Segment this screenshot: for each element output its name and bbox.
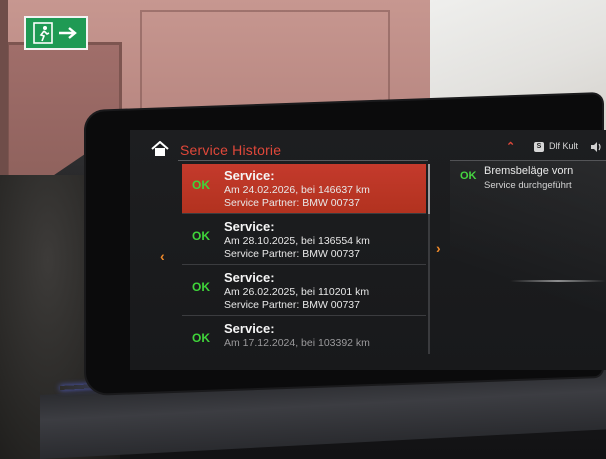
scrollbar-thumb[interactable] — [428, 164, 430, 214]
chevron-left-icon[interactable]: ‹ — [160, 248, 165, 264]
list-item[interactable]: OK Service: Am 26.02.2025, bei 110201 km… — [182, 266, 426, 316]
status-badge: OK — [192, 229, 210, 243]
status-badge: OK — [192, 178, 210, 192]
infotainment-screen: Service Historie ‹ OK Service: Am 24.02.… — [130, 130, 606, 370]
emergency-exit-sign — [24, 16, 88, 50]
page-title: Service Historie — [180, 142, 282, 158]
item-heading: Service: — [224, 168, 275, 183]
home-icon — [151, 141, 169, 156]
item-partner: Service Partner: BMW 00737 — [224, 248, 360, 260]
item-partner: Service Partner: BMW 00737 — [224, 299, 360, 311]
screen-reflection — [510, 280, 606, 282]
item-date-km: Am 17.12.2024, bei 103392 km — [224, 337, 370, 349]
status-badge: OK — [192, 331, 210, 345]
item-date-km: Am 28.10.2025, bei 136554 km — [224, 235, 370, 247]
service-history-list: OK Service: Am 24.02.2026, bei 146637 km… — [182, 160, 432, 360]
radio-mode-badge: S — [534, 142, 544, 152]
radio-station-label[interactable]: Dlf Kult — [549, 141, 578, 151]
item-date-km: Am 26.02.2025, bei 110201 km — [224, 286, 370, 298]
chevron-up-icon[interactable]: ⌃ — [506, 140, 515, 153]
item-date-km: Am 24.02.2026, bei 146637 km — [224, 184, 370, 196]
garage-door-panel — [140, 10, 390, 110]
detail-title: Bremsbeläge vorn — [484, 165, 574, 177]
speaker-icon[interactable] — [590, 141, 602, 153]
item-heading: Service: — [224, 219, 275, 234]
home-button[interactable] — [150, 140, 170, 158]
screen-glare — [450, 160, 606, 370]
item-heading: Service: — [224, 270, 275, 285]
right-pane-divider — [450, 160, 606, 161]
list-scrollbar[interactable] — [428, 164, 430, 354]
item-partner: Service Partner: BMW 00737 — [224, 197, 360, 209]
list-item[interactable]: OK Service: Am 17.12.2024, bei 103392 km — [182, 317, 426, 360]
photo-scene: Service Historie ‹ OK Service: Am 24.02.… — [0, 0, 606, 459]
running-person-icon — [33, 22, 53, 44]
status-badge: OK — [192, 280, 210, 294]
detail-subtitle: Service durchgeführt — [484, 180, 572, 191]
arrow-right-icon — [59, 27, 77, 39]
item-heading: Service: — [224, 321, 275, 336]
detail-status-badge: OK — [460, 170, 477, 182]
list-item[interactable]: OK Service: Am 24.02.2026, bei 146637 km… — [182, 164, 426, 214]
chevron-right-icon[interactable]: › — [436, 240, 441, 256]
list-item[interactable]: OK Service: Am 28.10.2025, bei 136554 km… — [182, 215, 426, 265]
